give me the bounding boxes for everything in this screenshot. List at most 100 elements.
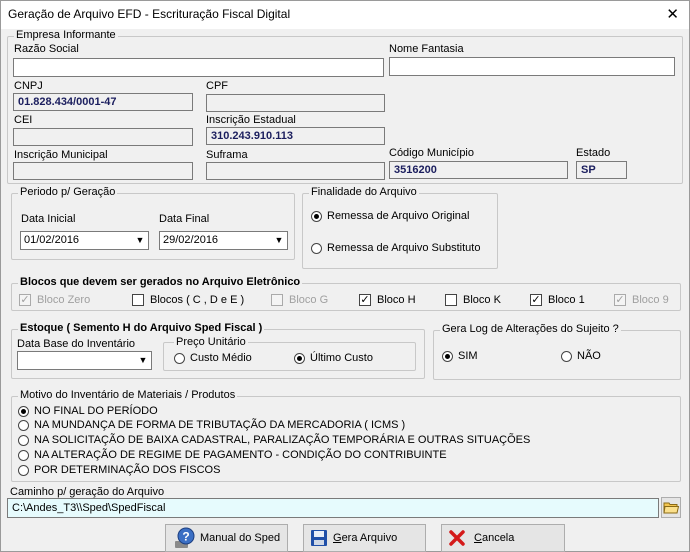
data-final-select[interactable]: 29/02/2016 ▼ <box>159 231 288 250</box>
bloco-zero-checkbox[interactable]: ✓ Bloco Zero <box>19 294 90 306</box>
caminho-input[interactable]: C:\Andes_T3\\Sped\SpedFiscal <box>7 498 659 518</box>
close-icon[interactable]: ✕ <box>666 5 679 23</box>
svg-text:?: ? <box>182 530 189 544</box>
motivo-option-2-label: NA SOLICITAÇÃO DE BAIXA CADASTRAL, PARAL… <box>34 434 531 446</box>
razao-social-label: Razão Social <box>14 43 79 55</box>
caminho-label: Caminho p/ geração do Arquivo <box>10 486 165 498</box>
gera-arquivo-label: Gera Arquivo <box>333 532 398 544</box>
log-sim-radio[interactable]: SIM <box>442 350 478 362</box>
log-nao-radio[interactable]: NÃO <box>561 350 601 362</box>
estado-field: SP <box>576 161 627 179</box>
bloco-1-label: Bloco 1 <box>548 294 585 306</box>
blocos-cde-checkbox[interactable]: Blocos ( C , D e E ) <box>132 294 244 306</box>
motivo-option-3[interactable]: NA ALTERAÇÃO DE REGIME DE PAGAMENTO - CO… <box>18 449 447 461</box>
radio-selected-icon[interactable] <box>294 352 305 364</box>
codigo-municipio-field: 3516200 <box>389 161 568 179</box>
gera-arquivo-button[interactable]: Gera Arquivo <box>303 524 426 552</box>
custo-medio-radio[interactable]: Custo Médio <box>174 352 252 364</box>
bloco-k-checkbox[interactable]: Bloco K <box>445 294 501 306</box>
motivo-option-4[interactable]: POR DETERMINAÇÃO DOS FISCOS <box>18 464 220 476</box>
cnpj-label: CNPJ <box>14 80 43 92</box>
cancela-button[interactable]: Cancela <box>441 524 565 552</box>
motivo-option-2[interactable]: NA SOLICITAÇÃO DE BAIXA CADASTRAL, PARAL… <box>18 434 530 446</box>
radio-empty-icon[interactable] <box>18 464 29 476</box>
radio-empty-icon[interactable] <box>18 449 29 461</box>
efd-dialog-window: Geração de Arquivo EFD - Escrituração Fi… <box>0 0 690 552</box>
data-final-value: 29/02/2016 <box>163 234 219 246</box>
data-inicial-label: Data Inicial <box>21 213 76 225</box>
manual-sped-button[interactable]: ? Manual do Sped <box>165 524 288 552</box>
motivo-option-3-label: NA ALTERAÇÃO DE REGIME DE PAGAMENTO - CO… <box>34 449 447 461</box>
finalidade-substituto-radio[interactable]: Remessa de Arquivo Substituto <box>311 242 480 254</box>
suframa-field <box>206 162 385 180</box>
ultimo-custo-radio[interactable]: Último Custo <box>294 352 373 364</box>
radio-empty-icon[interactable] <box>18 434 29 446</box>
finalidade-original-radio[interactable]: Remessa de Arquivo Original <box>311 210 469 222</box>
bloco-zero-label: Bloco Zero <box>37 294 91 306</box>
finalidade-substituto-label: Remessa de Arquivo Substituto <box>327 242 481 254</box>
finalidade-group: Finalidade do Arquivo <box>302 186 498 269</box>
razao-social-field[interactable] <box>13 58 384 77</box>
bloco-g-checkbox[interactable]: Bloco G <box>271 294 328 306</box>
finalidade-original-label: Remessa de Arquivo Original <box>327 210 470 222</box>
chevron-down-icon[interactable]: ▼ <box>132 232 148 249</box>
radio-empty-icon[interactable] <box>311 242 322 254</box>
cnpj-field: 01.828.434/0001-47 <box>13 93 193 111</box>
cei-field <box>13 128 193 146</box>
data-base-label: Data Base do Inventário <box>17 338 136 350</box>
chevron-down-icon[interactable]: ▼ <box>271 232 287 249</box>
motivo-option-1-label: NA MUNDANÇA DE FORMA DE TRIBUTAÇÃO DA ME… <box>34 419 406 431</box>
motivo-option-4-label: POR DETERMINAÇÃO DOS FISCOS <box>34 464 221 476</box>
bloco-9-checkbox[interactable]: ✓ Bloco 9 <box>614 294 669 306</box>
log-sim-label: SIM <box>458 350 478 362</box>
radio-empty-icon[interactable] <box>18 419 29 431</box>
ultimo-custo-label: Último Custo <box>310 352 373 364</box>
manual-sped-label: Manual do Sped <box>200 532 281 544</box>
radio-selected-icon[interactable] <box>442 350 453 362</box>
browse-folder-button[interactable] <box>661 497 681 518</box>
preco-legend: Preço Unitário <box>174 336 248 348</box>
bloco-1-checkbox[interactable]: ✓ Bloco 1 <box>530 294 585 306</box>
estado-label: Estado <box>576 147 611 159</box>
cpf-field <box>206 94 385 112</box>
window-title: Geração de Arquivo EFD - Escrituração Fi… <box>8 7 291 21</box>
inscricao-municipal-label: Inscrição Municipal <box>14 149 108 161</box>
folder-icon <box>663 502 680 514</box>
estoque-legend: Estoque ( Semento H do Arquivo Sped Fisc… <box>18 322 265 334</box>
inscricao-estadual-field: 310.243.910.113 <box>206 127 385 145</box>
bloco-k-label: Bloco K <box>463 294 501 306</box>
radio-selected-icon[interactable] <box>311 210 322 222</box>
radio-empty-icon[interactable] <box>561 350 572 362</box>
data-inicial-select[interactable]: 01/02/2016 ▼ <box>20 231 149 250</box>
radio-empty-icon[interactable] <box>174 352 185 364</box>
radio-selected-icon[interactable] <box>18 405 29 417</box>
codigo-municipio-label: Código Município <box>389 147 474 159</box>
empresa-legend: Empresa Informante <box>14 29 118 41</box>
inscricao-estadual-label: Inscrição Estadual <box>206 114 296 126</box>
checkbox-empty-icon[interactable] <box>132 294 144 306</box>
bloco-g-label: Bloco G <box>289 294 329 306</box>
checkbox-empty-icon[interactable] <box>271 294 283 306</box>
check-icon[interactable]: ✓ <box>530 294 542 306</box>
checkbox-empty-icon[interactable] <box>445 294 457 306</box>
blocos-cde-label: Blocos ( C , D e E ) <box>150 294 245 306</box>
motivo-option-1[interactable]: NA MUNDANÇA DE FORMA DE TRIBUTAÇÃO DA ME… <box>18 419 405 431</box>
floppy-disk-icon <box>311 530 327 546</box>
data-base-select[interactable]: ▼ <box>17 351 152 370</box>
data-final-label: Data Final <box>159 213 210 225</box>
motivo-option-0[interactable]: NO FINAL DO PERÍODO <box>18 405 158 417</box>
cei-label: CEI <box>14 114 33 126</box>
help-icon: ? <box>175 527 195 548</box>
check-icon[interactable]: ✓ <box>359 294 371 306</box>
nome-fantasia-field[interactable] <box>389 57 675 76</box>
cancela-label: Cancela <box>474 532 515 544</box>
cpf-label: CPF <box>206 80 228 92</box>
check-icon[interactable]: ✓ <box>19 294 31 306</box>
nome-fantasia-label: Nome Fantasia <box>389 43 464 55</box>
red-x-icon <box>449 530 465 546</box>
custo-medio-label: Custo Médio <box>190 352 252 364</box>
chevron-down-icon[interactable]: ▼ <box>135 352 151 369</box>
title-bar[interactable]: Geração de Arquivo EFD - Escrituração Fi… <box>1 1 689 29</box>
bloco-h-checkbox[interactable]: ✓ Bloco H <box>359 294 416 306</box>
check-icon[interactable]: ✓ <box>614 294 626 306</box>
